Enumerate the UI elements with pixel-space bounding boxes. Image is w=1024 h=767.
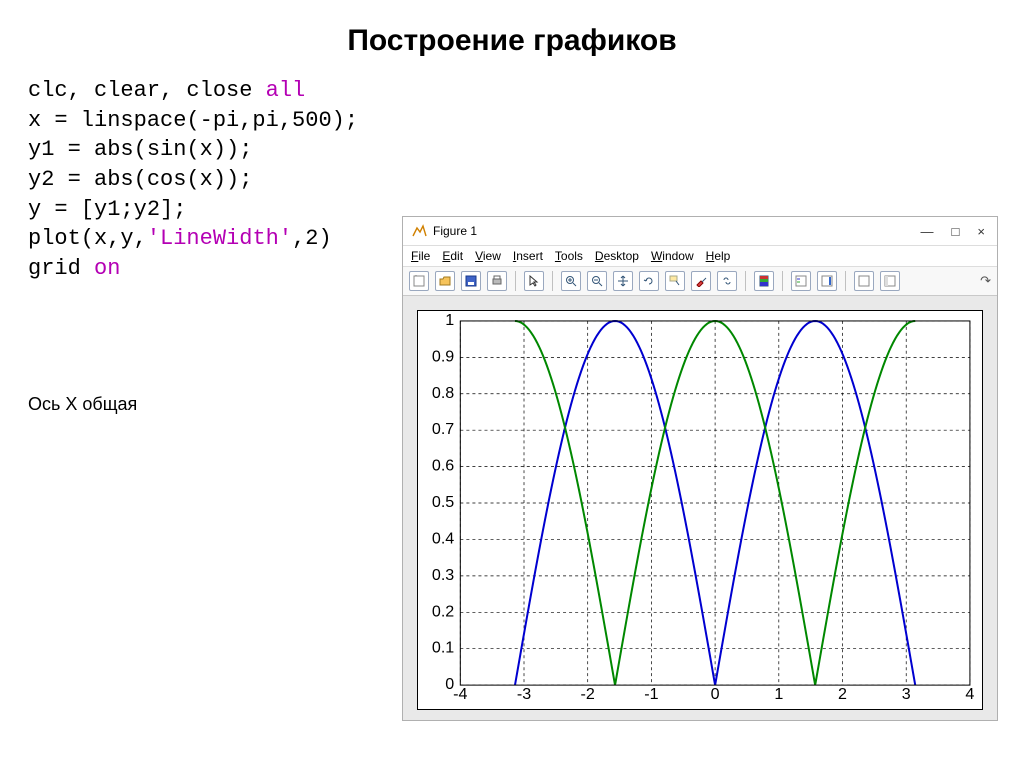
link-icon[interactable] bbox=[717, 271, 737, 291]
svg-text:2: 2 bbox=[838, 686, 847, 703]
insert-colorbar-icon[interactable] bbox=[817, 271, 837, 291]
show-plottools-icon[interactable] bbox=[880, 271, 900, 291]
hide-plottools-icon[interactable] bbox=[854, 271, 874, 291]
toolbar-separator bbox=[745, 271, 746, 291]
figure-title: Figure 1 bbox=[433, 224, 921, 238]
figure-window: Figure 1 — □ × File Edit View Insert Tools De… bbox=[402, 216, 998, 721]
rotate-icon[interactable] bbox=[639, 271, 659, 291]
svg-text:0: 0 bbox=[445, 676, 454, 693]
minimize-button[interactable]: — bbox=[921, 224, 934, 239]
brush-icon[interactable] bbox=[691, 271, 711, 291]
menu-tools[interactable]: Tools bbox=[555, 249, 583, 263]
svg-text:-2: -2 bbox=[581, 686, 595, 703]
menu-insert[interactable]: Insert bbox=[513, 249, 543, 263]
zoom-in-icon[interactable] bbox=[561, 271, 581, 291]
svg-text:0: 0 bbox=[711, 686, 720, 703]
svg-text:3: 3 bbox=[902, 686, 911, 703]
figure-menubar: File Edit View Insert Tools Desktop Window Help bbox=[403, 246, 997, 267]
zoom-out-icon[interactable] bbox=[587, 271, 607, 291]
svg-text:0.1: 0.1 bbox=[432, 640, 454, 657]
menu-window[interactable]: Window bbox=[651, 249, 694, 263]
svg-text:0.8: 0.8 bbox=[432, 385, 454, 402]
svg-text:0.6: 0.6 bbox=[432, 458, 454, 475]
svg-text:0.2: 0.2 bbox=[432, 603, 454, 620]
svg-text:0.5: 0.5 bbox=[432, 494, 454, 511]
figure-titlebar[interactable]: Figure 1 — □ × bbox=[403, 217, 997, 246]
legend-icon[interactable] bbox=[791, 271, 811, 291]
figure-plotarea: -4 -3 -2 -1 0 1 2 3 4 0 0.1 0.2 0.3 0.4 0.5 0.6 0.7 0.8 0.… bbox=[403, 296, 997, 720]
svg-text:1: 1 bbox=[774, 686, 783, 703]
datacursor-icon[interactable] bbox=[665, 271, 685, 291]
restore-icon[interactable]: ↷ bbox=[980, 273, 991, 289]
new-figure-icon[interactable] bbox=[409, 271, 429, 291]
toolbar-separator bbox=[552, 271, 553, 291]
pointer-icon[interactable] bbox=[524, 271, 544, 291]
menu-edit[interactable]: Edit bbox=[442, 249, 463, 263]
menu-file[interactable]: File bbox=[411, 249, 430, 263]
svg-text:4: 4 bbox=[965, 686, 974, 703]
toolbar-separator bbox=[515, 271, 516, 291]
svg-text:0.7: 0.7 bbox=[432, 421, 454, 438]
svg-text:0.9: 0.9 bbox=[432, 348, 454, 365]
axes[interactable]: -4 -3 -2 -1 0 1 2 3 4 0 0.1 0.2 0.3 0.4 0.5 0.6 0.7 0.8 0.… bbox=[417, 310, 983, 710]
menu-view[interactable]: View bbox=[475, 249, 501, 263]
close-button[interactable]: × bbox=[977, 224, 985, 239]
svg-text:0.3: 0.3 bbox=[432, 567, 454, 584]
figure-toolbar: ↷ bbox=[403, 267, 997, 296]
maximize-button[interactable]: □ bbox=[952, 224, 960, 239]
svg-text:-3: -3 bbox=[517, 686, 531, 703]
toolbar-separator bbox=[845, 271, 846, 291]
svg-text:1: 1 bbox=[445, 312, 454, 329]
svg-text:-1: -1 bbox=[644, 686, 658, 703]
save-icon[interactable] bbox=[461, 271, 481, 291]
pan-icon[interactable] bbox=[613, 271, 633, 291]
open-icon[interactable] bbox=[435, 271, 455, 291]
matlab-logo-icon bbox=[411, 223, 427, 239]
colorbar-icon[interactable] bbox=[754, 271, 774, 291]
print-icon[interactable] bbox=[487, 271, 507, 291]
toolbar-separator bbox=[782, 271, 783, 291]
menu-desktop[interactable]: Desktop bbox=[595, 249, 639, 263]
menu-help[interactable]: Help bbox=[706, 249, 731, 263]
svg-text:0.4: 0.4 bbox=[432, 531, 454, 548]
page-title: Построение графиков bbox=[28, 24, 996, 58]
svg-text:-4: -4 bbox=[453, 686, 467, 703]
